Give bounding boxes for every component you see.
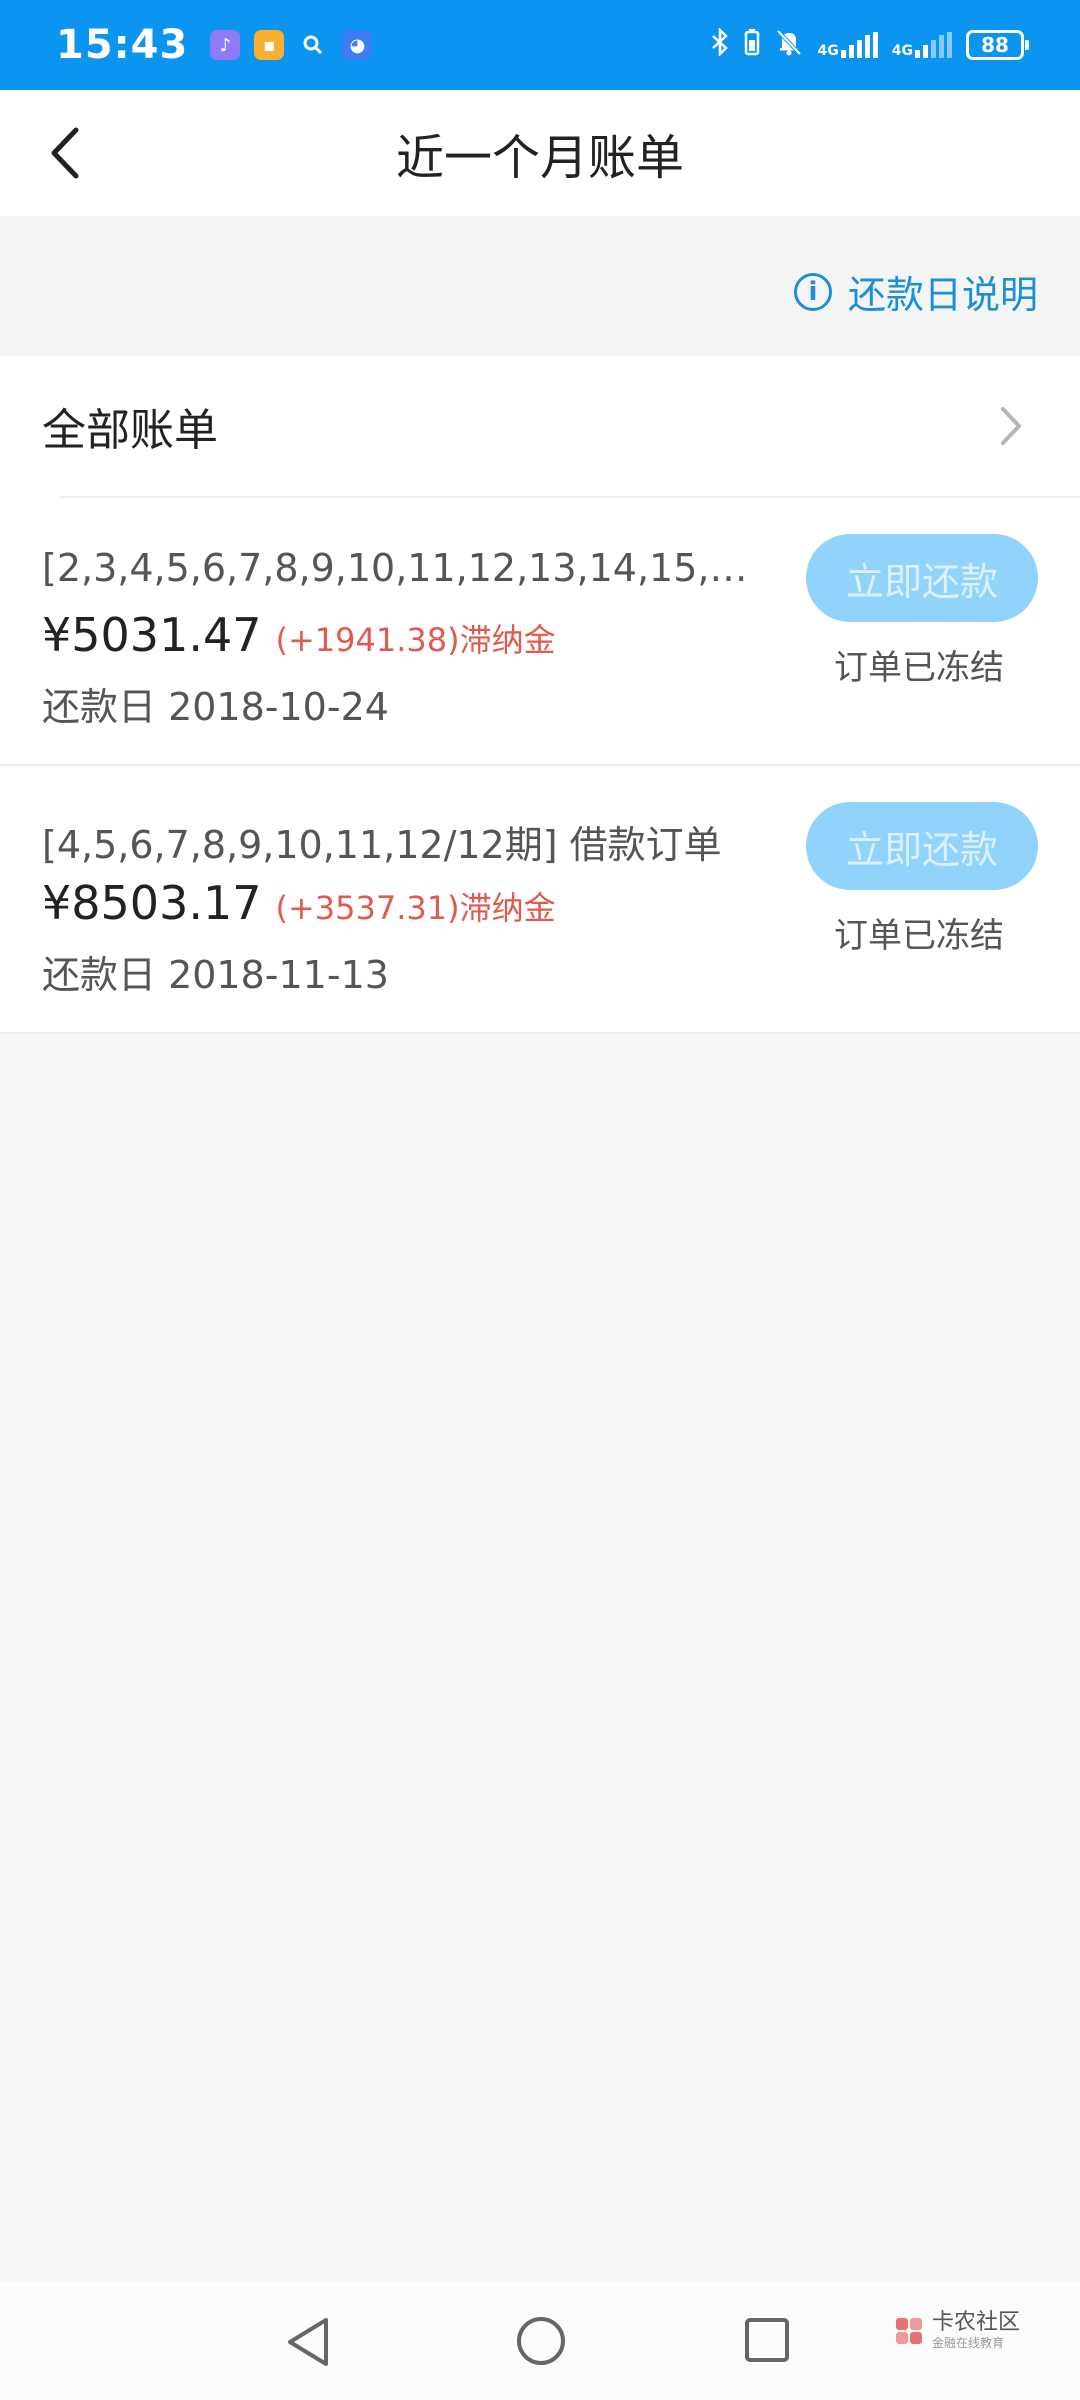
network-type-2: 4G <box>891 43 913 59</box>
order-frozen-label: 订单已冻结 <box>834 648 1004 688</box>
info-band: i 还款日说明 <box>0 216 1080 356</box>
bill-item[interactable]: [2,3,4,5,6,7,8,9,10,11,12,13,14,15,16,17… <box>0 498 1080 766</box>
watermark-sub: 金融在线教育 <box>931 2336 1004 2350</box>
bill-amount-line: ¥8503.17 (+3537.31)滞纳金 <box>42 876 556 930</box>
battery-level: 88 <box>981 33 1009 57</box>
watermark-logo-icon <box>895 2317 922 2344</box>
signal-icon-2 <box>915 32 952 58</box>
chevron-left-icon <box>51 127 79 179</box>
bill-amount: ¥5031.47 <box>42 608 262 662</box>
system-nav-bar: 卡农社区 金融在线教育 <box>0 2282 1080 2400</box>
mute-bell-icon <box>774 27 804 64</box>
status-app-icons: ♪ ▪ ◕ <box>210 30 373 60</box>
all-bills-label: 全部账单 <box>42 405 218 456</box>
chevron-right-icon <box>1001 407 1021 445</box>
network-type-1: 4G <box>817 43 839 59</box>
bill-due-date: 还款日 2018-10-24 <box>42 685 389 729</box>
repay-now-button[interactable]: 立即还款 <box>806 802 1038 890</box>
bill-amount-line: ¥5031.47 (+1941.38)滞纳金 <box>42 608 556 662</box>
nav-header: 近一个月账单 <box>0 90 1080 216</box>
bill-late-fee: (+3537.31)滞纳金 <box>275 889 556 927</box>
watermark: 卡农社区 金融在线教育 <box>894 2312 1020 2349</box>
signal-icon-1 <box>840 32 878 58</box>
status-indicators: 4G 4G 88 <box>710 26 1029 64</box>
order-frozen-label: 订单已冻结 <box>834 916 1004 956</box>
nav-home-icon[interactable] <box>514 2314 568 2368</box>
back-button[interactable] <box>44 120 104 186</box>
bill-title: [2,3,4,5,6,7,8,9,10,11,12,13,14,15,16,17… <box>42 546 758 590</box>
status-bar: 15:43 ♪ ▪ ◕ 4G 4G 88 <box>0 0 1080 90</box>
battery-saver-icon <box>744 28 760 63</box>
watermark-main: 卡农社区 <box>931 2310 1020 2335</box>
chat-app-icon: ▪ <box>254 30 285 60</box>
all-bills-row[interactable]: 全部账单 <box>0 356 1080 496</box>
nav-recents-icon[interactable] <box>744 2316 790 2364</box>
browser-app-icon: ◕ <box>342 30 373 60</box>
status-time: 15:43 <box>56 22 189 68</box>
bill-list: 全部账单 [2,3,4,5,6,7,8,9,10,11,12,13,14,15,… <box>0 356 1080 1034</box>
bill-item[interactable]: [4,5,6,7,8,9,10,11,12/12期] 借款订单 ¥8503.17… <box>0 766 1080 1034</box>
info-icon: i <box>793 272 832 311</box>
bluetooth-icon <box>710 26 730 63</box>
bill-due-date: 还款日 2018-11-13 <box>42 953 389 997</box>
nav-back-icon[interactable] <box>282 2314 336 2370</box>
search-app-icon <box>298 30 328 60</box>
page-title: 近一个月账单 <box>395 130 684 186</box>
bill-title: [4,5,6,7,8,9,10,11,12/12期] 借款订单 <box>42 823 722 867</box>
battery-indicator: 88 <box>966 30 1029 60</box>
repay-now-button[interactable]: 立即还款 <box>806 534 1038 622</box>
bill-amount: ¥8503.17 <box>42 876 262 930</box>
repayment-day-info-label: 还款日说明 <box>847 273 1038 317</box>
music-app-icon: ♪ <box>210 30 241 60</box>
repayment-day-info-link[interactable]: i 还款日说明 <box>793 264 1038 319</box>
bill-late-fee: (+1941.38)滞纳金 <box>275 621 556 659</box>
